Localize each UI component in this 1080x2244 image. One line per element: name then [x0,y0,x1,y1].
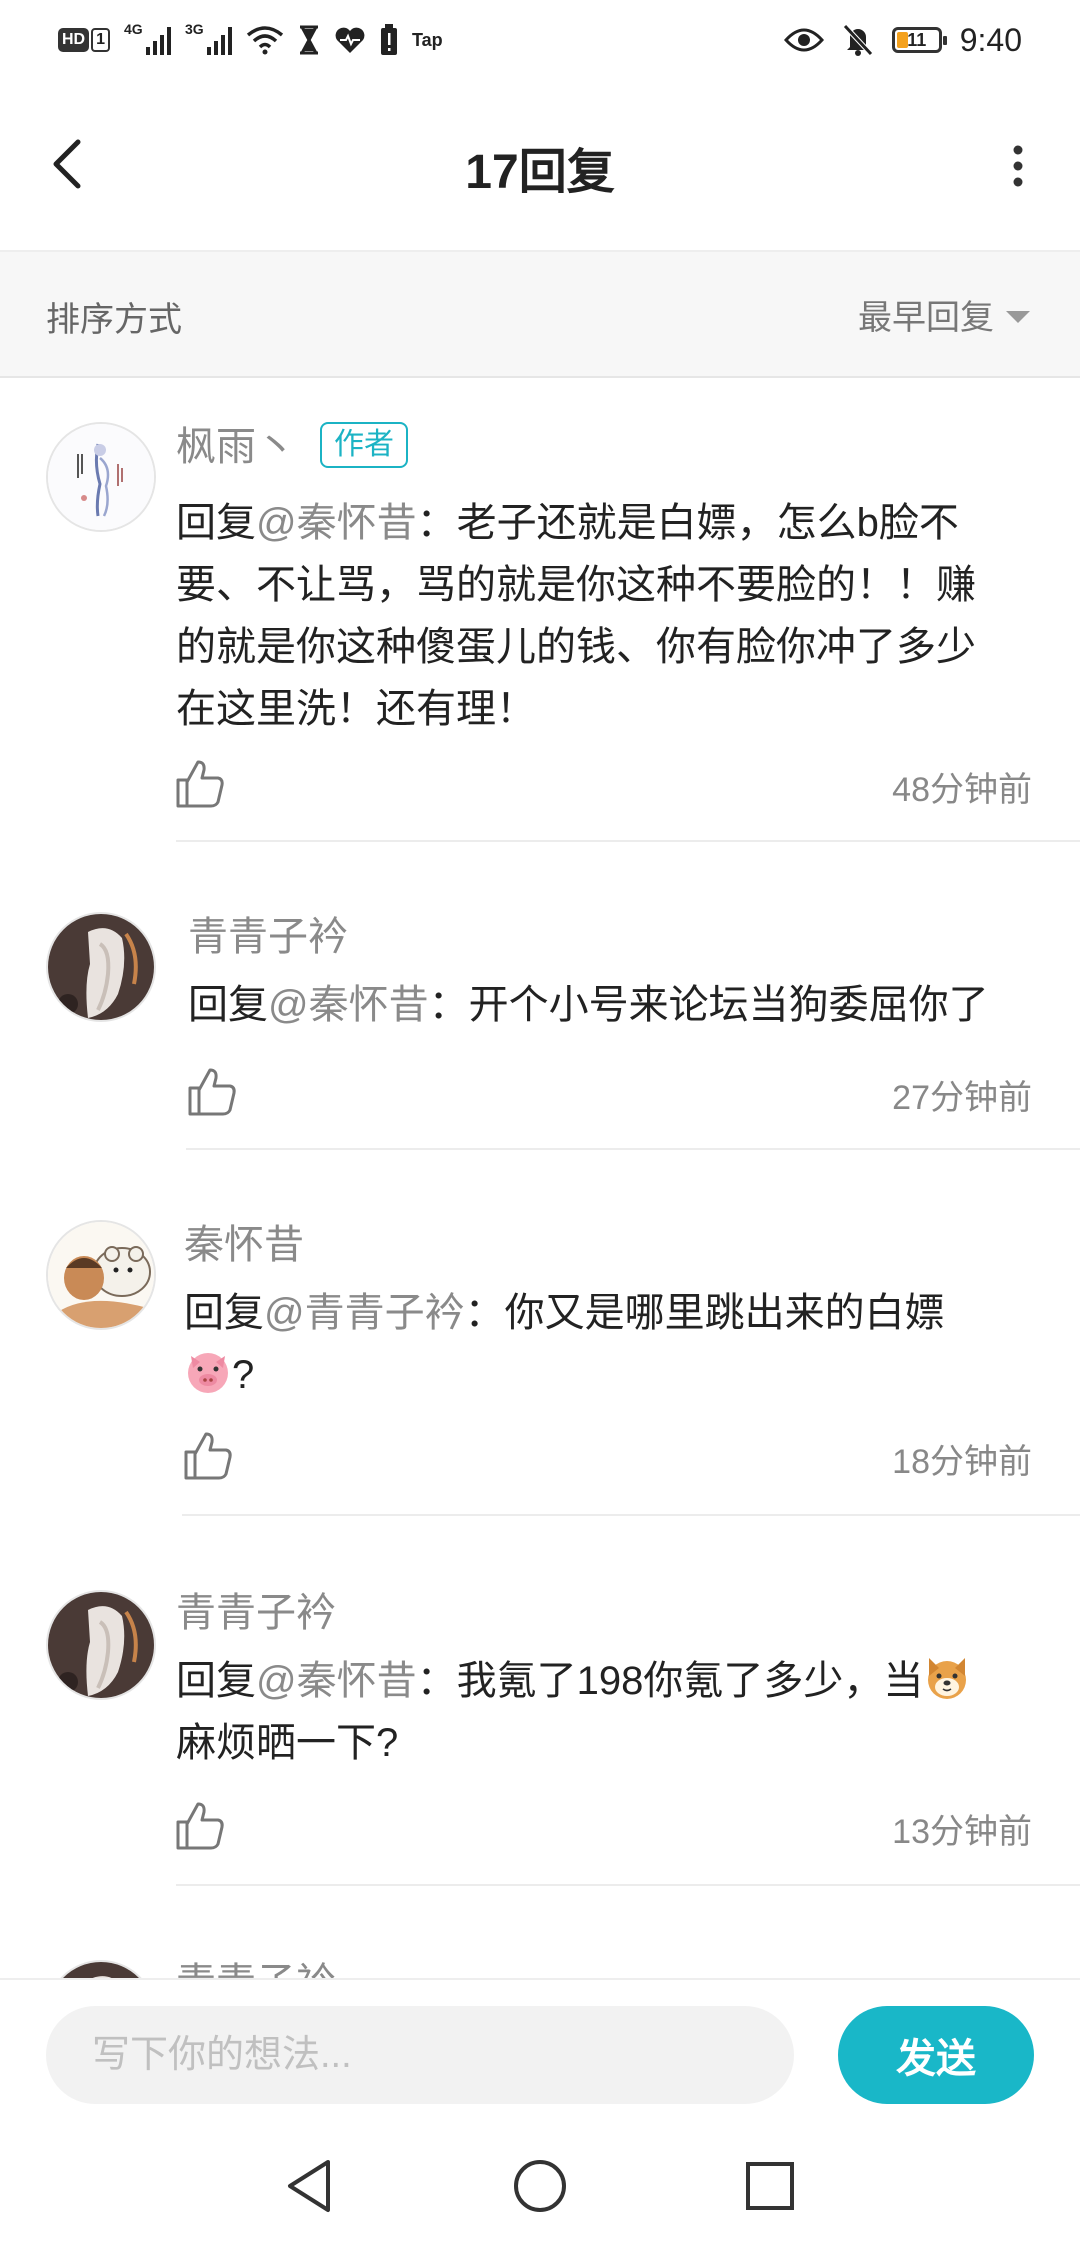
avatar[interactable] [46,422,156,532]
nav-recents-square-icon[interactable] [738,2154,802,2218]
avatar[interactable] [46,1590,156,1700]
comment-body: 回复@秦怀昔：老子还就是白嫖，怎么b脸不 要、不让骂，骂的就是你这种不要脸的！！… [176,501,976,731]
battery-indicator: 11 [891,27,947,53]
hourglass-icon [300,25,319,55]
comment-body: 回复@秦怀昔：我氪了198你氪了多少，当 麻烦晒一下? [176,1650,1032,1774]
cellular-signal-icon: 4G [124,21,172,55]
eye-icon [783,28,824,52]
like-thumb-icon[interactable] [174,1800,226,1852]
comment-input[interactable] [46,2006,794,2104]
mention-link[interactable]: @秦怀昔 [268,983,429,1027]
like-thumb-icon[interactable] [186,1066,238,1118]
status-left: HD 1 4G 3G Tap [58,18,443,62]
status-right: 11 9:40 [783,18,1022,62]
cellular-signal-icon-2: 3G [185,21,233,55]
like-thumb-icon[interactable] [182,1430,234,1482]
comment-input-bar: 发送 [0,1978,1080,2130]
system-nav-bar [0,2128,1080,2244]
nav-home-circle-icon[interactable] [508,2154,572,2218]
divider [176,1884,1080,1886]
comment-body: 回复@秦怀昔：开个小号来论坛当狗委屈你了 [188,983,989,1027]
pig-face-emoji [188,1353,228,1393]
more-options-icon[interactable] [996,138,1040,194]
avatar[interactable] [46,1960,156,1978]
avatar[interactable] [46,1220,156,1330]
mention-link[interactable]: @青青子衿 [264,1291,465,1335]
author-tag: 作者 [320,422,408,469]
comment-time: 13分钟前 [892,1813,1032,1851]
status-bar: HD 1 4G 3G Tap 11 9:40 [0,0,1080,80]
bell-muted-icon [842,24,873,56]
header: 17回复 [0,80,1080,252]
comment-username[interactable]: 青青子衿 [176,1950,336,1978]
comment-time: 18分钟前 [892,1443,1032,1481]
tap-app-label: Tap [412,29,443,50]
comment-time: 27分钟前 [892,1079,1032,1117]
comment-item: 秦怀昔 回复@青青子衿：你又是哪里跳出来的白嫖 ? 18分钟前 [0,1150,1080,1518]
clock: 9:40 [959,21,1022,58]
comment-item: 青青子衿 [0,1888,1080,1978]
comment-time: 48分钟前 [892,771,1032,809]
comment-item: 青青子衿 回复@秦怀昔：我氪了198你氪了多少，当 麻烦晒一下? 13分钟前 [0,1518,1080,1888]
sort-bar: 排序方式 最早回复 [0,252,1080,378]
mention-link[interactable]: @秦怀昔 [256,501,417,545]
comment-username[interactable]: 青青子衿 [188,904,348,962]
comment-username[interactable]: 青青子衿 [176,1580,336,1638]
battery-alert-icon [381,24,398,55]
sort-label: 排序方式 [46,301,182,339]
avatar[interactable] [46,912,156,1022]
comment-body: 回复@青青子衿：你又是哪里跳出来的白嫖 ? [184,1291,945,1397]
nav-back-triangle-icon[interactable] [278,2154,342,2218]
mention-link[interactable]: @秦怀昔 [256,1659,417,1703]
comment-item: 青青子衿 回复@秦怀昔：开个小号来论坛当狗委屈你了 27分钟前 [0,842,1080,1150]
comment-username[interactable]: 秦怀昔 [184,1212,304,1270]
send-button[interactable]: 发送 [838,2006,1034,2104]
wifi-icon [246,26,284,55]
sort-selected-label: 最早回复 [858,299,994,337]
comment-username[interactable]: 枫雨丶 作者 [176,414,408,472]
page-title: 17回复 [465,146,615,199]
health-heart-icon [335,27,365,53]
divider [182,1514,1080,1516]
comment-item: 枫雨丶 作者 回复@秦怀昔：老子还就是白嫖，怎么b脸不 要、不让骂，骂的就是你这种… [0,376,1080,842]
sort-dropdown[interactable]: 最早回复 [858,290,1030,339]
caret-down-icon [1006,310,1030,323]
dog-face-emoji [928,1658,967,1699]
like-thumb-icon[interactable] [174,758,226,810]
hd-badge: HD 1 [58,28,111,52]
